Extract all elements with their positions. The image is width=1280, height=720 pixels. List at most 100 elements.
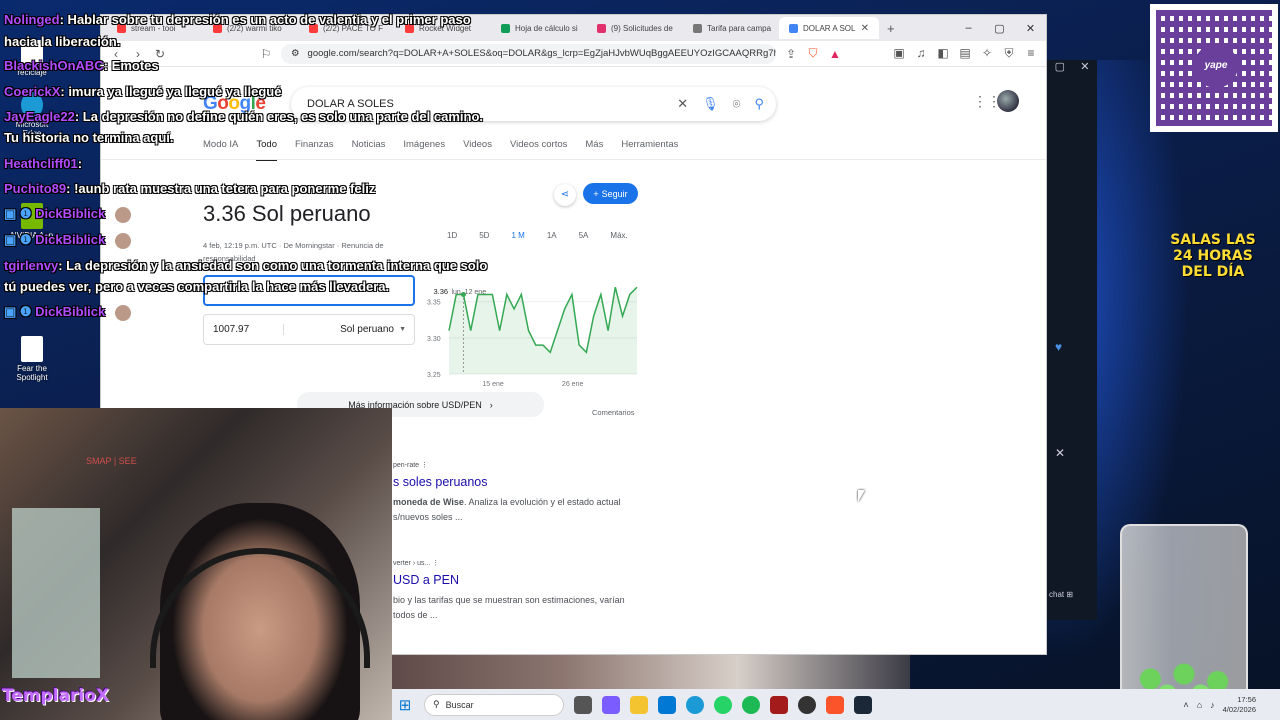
more-vert-icon[interactable]: ⋮: [421, 462, 428, 469]
chat-message: Puchito89: !aunb rata muestra una tetera…: [4, 181, 375, 196]
range-option[interactable]: 1 M: [511, 231, 524, 240]
search-tab[interactable]: Modo IA: [203, 139, 238, 161]
music-icon[interactable]: ♫: [914, 46, 928, 61]
exchange-rate-value: 3.36 Sol peruano: [203, 201, 371, 226]
chat-username: Heathcliff01: [4, 156, 78, 171]
chevron-right-icon: ›: [489, 399, 493, 410]
clear-icon[interactable]: ✕: [677, 96, 688, 112]
search-tab[interactable]: Finanzas: [295, 139, 334, 161]
desktop-icon-fear-the-spotlight[interactable]: Fear the Spotlight: [8, 336, 56, 382]
taskbar: ⊞ ⚲ Buscar ˄ ⌂ ♪ 17:56 4/02/2026: [392, 689, 1280, 720]
search-tab[interactable]: Noticias: [352, 139, 386, 161]
minimize-icon[interactable]: –: [953, 22, 984, 35]
close-icon[interactable]: ✕: [1080, 60, 1089, 80]
chat-text: : !aunb rata muestra una tetera para pon…: [66, 181, 376, 196]
maximize-icon[interactable]: ▢: [1055, 60, 1065, 80]
address-bar[interactable]: ⚙ google.com/search?q=DOLAR+A+SOLES&oq=D…: [281, 43, 776, 64]
brave-shield-icon[interactable]: ⛉: [806, 46, 820, 61]
search-tab[interactable]: Todo: [256, 139, 277, 161]
emote-icon: [115, 304, 132, 321]
edge-icon[interactable]: [686, 695, 704, 714]
currency-select[interactable]: Sol peruano: [284, 324, 414, 335]
close-icon[interactable]: ✕: [1055, 446, 1065, 460]
chat-text: : Emotes: [103, 58, 159, 73]
range-option[interactable]: 5D: [479, 231, 489, 240]
browser-tab[interactable]: DOLAR A SOL ✕: [779, 17, 879, 39]
store-icon[interactable]: [658, 695, 676, 714]
side-panel: ▢ ✕ ♥ ✕ chat ⊞: [1047, 60, 1097, 620]
badge-icon: ▣ ❶: [4, 206, 36, 221]
chat-text: :: [77, 156, 83, 171]
chat-label[interactable]: chat ⊞: [1049, 590, 1073, 599]
search-icon[interactable]: ⚲: [754, 96, 764, 112]
search-result: verter › us... ⋮ USD a PEN bio y las tar…: [393, 559, 653, 623]
side-panel-controls: ▢ ✕: [1047, 60, 1097, 80]
file-explorer-icon[interactable]: [630, 695, 648, 714]
leo-icon[interactable]: ✧: [980, 46, 994, 61]
app-icon[interactable]: [770, 695, 788, 714]
network-icon[interactable]: ⌂: [1197, 700, 1202, 710]
rewards-icon[interactable]: ▲: [828, 47, 842, 61]
window-controls: – ▢ ✕: [953, 22, 1046, 35]
share-icon: ⋖: [560, 189, 570, 200]
search-tab[interactable]: Herramientas: [621, 139, 678, 161]
split-view-icon[interactable]: ◧: [936, 46, 950, 61]
search-tab[interactable]: Imágenes: [403, 139, 445, 161]
result-title-link[interactable]: USD a PEN: [393, 573, 653, 587]
brave-icon[interactable]: [826, 695, 844, 714]
new-tab-icon[interactable]: +: [887, 21, 895, 36]
range-option[interactable]: 5A: [579, 231, 589, 240]
share-button[interactable]: ⋖: [554, 184, 576, 206]
menu-icon[interactable]: ≡: [1024, 46, 1038, 61]
copilot-icon[interactable]: [602, 695, 620, 714]
maximize-icon[interactable]: ▢: [984, 22, 1015, 35]
browser-tab[interactable]: (9) Solicitudes de: [587, 17, 683, 39]
taskbar-search[interactable]: ⚲ Buscar: [424, 693, 564, 716]
pen-amount-input[interactable]: 1007.97: [204, 324, 284, 335]
chat-message: BlackishOnABC: Emotes: [4, 58, 159, 73]
search-tab[interactable]: Videos cortos: [510, 139, 567, 161]
range-option[interactable]: 1A: [547, 231, 557, 240]
more-vert-icon[interactable]: ⋮: [432, 560, 439, 567]
obs-icon[interactable]: [798, 695, 816, 714]
chat-text: : La depresión y la ansiedad son como un…: [58, 258, 488, 273]
account-avatar[interactable]: [997, 90, 1019, 112]
sidebar-icon[interactable]: ▣: [892, 46, 906, 61]
share-icon[interactable]: ⇪: [784, 47, 798, 61]
whatsapp-icon[interactable]: [714, 695, 732, 714]
browser-tab[interactable]: Hoja de cálculo si: [491, 17, 587, 39]
steam-icon[interactable]: [854, 695, 872, 714]
search-tab[interactable]: Videos: [463, 139, 492, 161]
spotify-icon[interactable]: [742, 695, 760, 714]
chat-message: Heathcliff01:: [4, 156, 82, 171]
chat-username: BlackishOnABC: [4, 58, 104, 73]
chat-message: ▣ ❶ DickBiblick: [4, 232, 132, 249]
follow-button[interactable]: + Seguir: [583, 183, 638, 204]
rate-chart[interactable]: 3.35 3.30 3.25 3.36 lun, 12 ene 15 ene 26 ene: [419, 270, 644, 388]
task-view-icon[interactable]: [574, 695, 592, 714]
clock[interactable]: 17:56 4/02/2026: [1223, 695, 1256, 715]
lens-icon[interactable]: ⌾: [733, 96, 741, 112]
volume-icon[interactable]: ♪: [1210, 700, 1215, 710]
browser-tab[interactable]: Tarifa para campa: [683, 17, 779, 39]
chevron-up-icon[interactable]: ˄: [1183, 700, 1188, 710]
mic-icon[interactable]: 🎙: [702, 96, 719, 112]
close-tab-icon[interactable]: ✕: [861, 23, 869, 34]
heart-icon[interactable]: ♥: [1055, 340, 1062, 354]
tab-favicon-icon: [789, 23, 798, 33]
wallet-icon[interactable]: ▤: [958, 46, 972, 61]
close-icon[interactable]: ✕: [1015, 22, 1046, 35]
result-title-link[interactable]: s soles peruanos: [393, 475, 653, 489]
vpn-icon[interactable]: ⛨: [1002, 46, 1016, 61]
pen-amount-row: 1007.97 Sol peruano ▼: [203, 314, 415, 345]
windows-start-icon[interactable]: ⊞: [396, 696, 414, 714]
chat-username: JayEagle22: [4, 109, 75, 124]
webcam-shelf: [12, 508, 100, 678]
bookmark-icon[interactable]: ⚐: [259, 47, 273, 61]
search-tab[interactable]: Más: [585, 139, 603, 161]
site-info-icon[interactable]: ⚙: [291, 48, 300, 59]
yape-qr-code: yape: [1150, 4, 1278, 132]
range-option[interactable]: Máx.: [610, 231, 627, 240]
comments-link[interactable]: Comentarios: [592, 408, 635, 417]
range-option[interactable]: 1D: [447, 231, 457, 240]
